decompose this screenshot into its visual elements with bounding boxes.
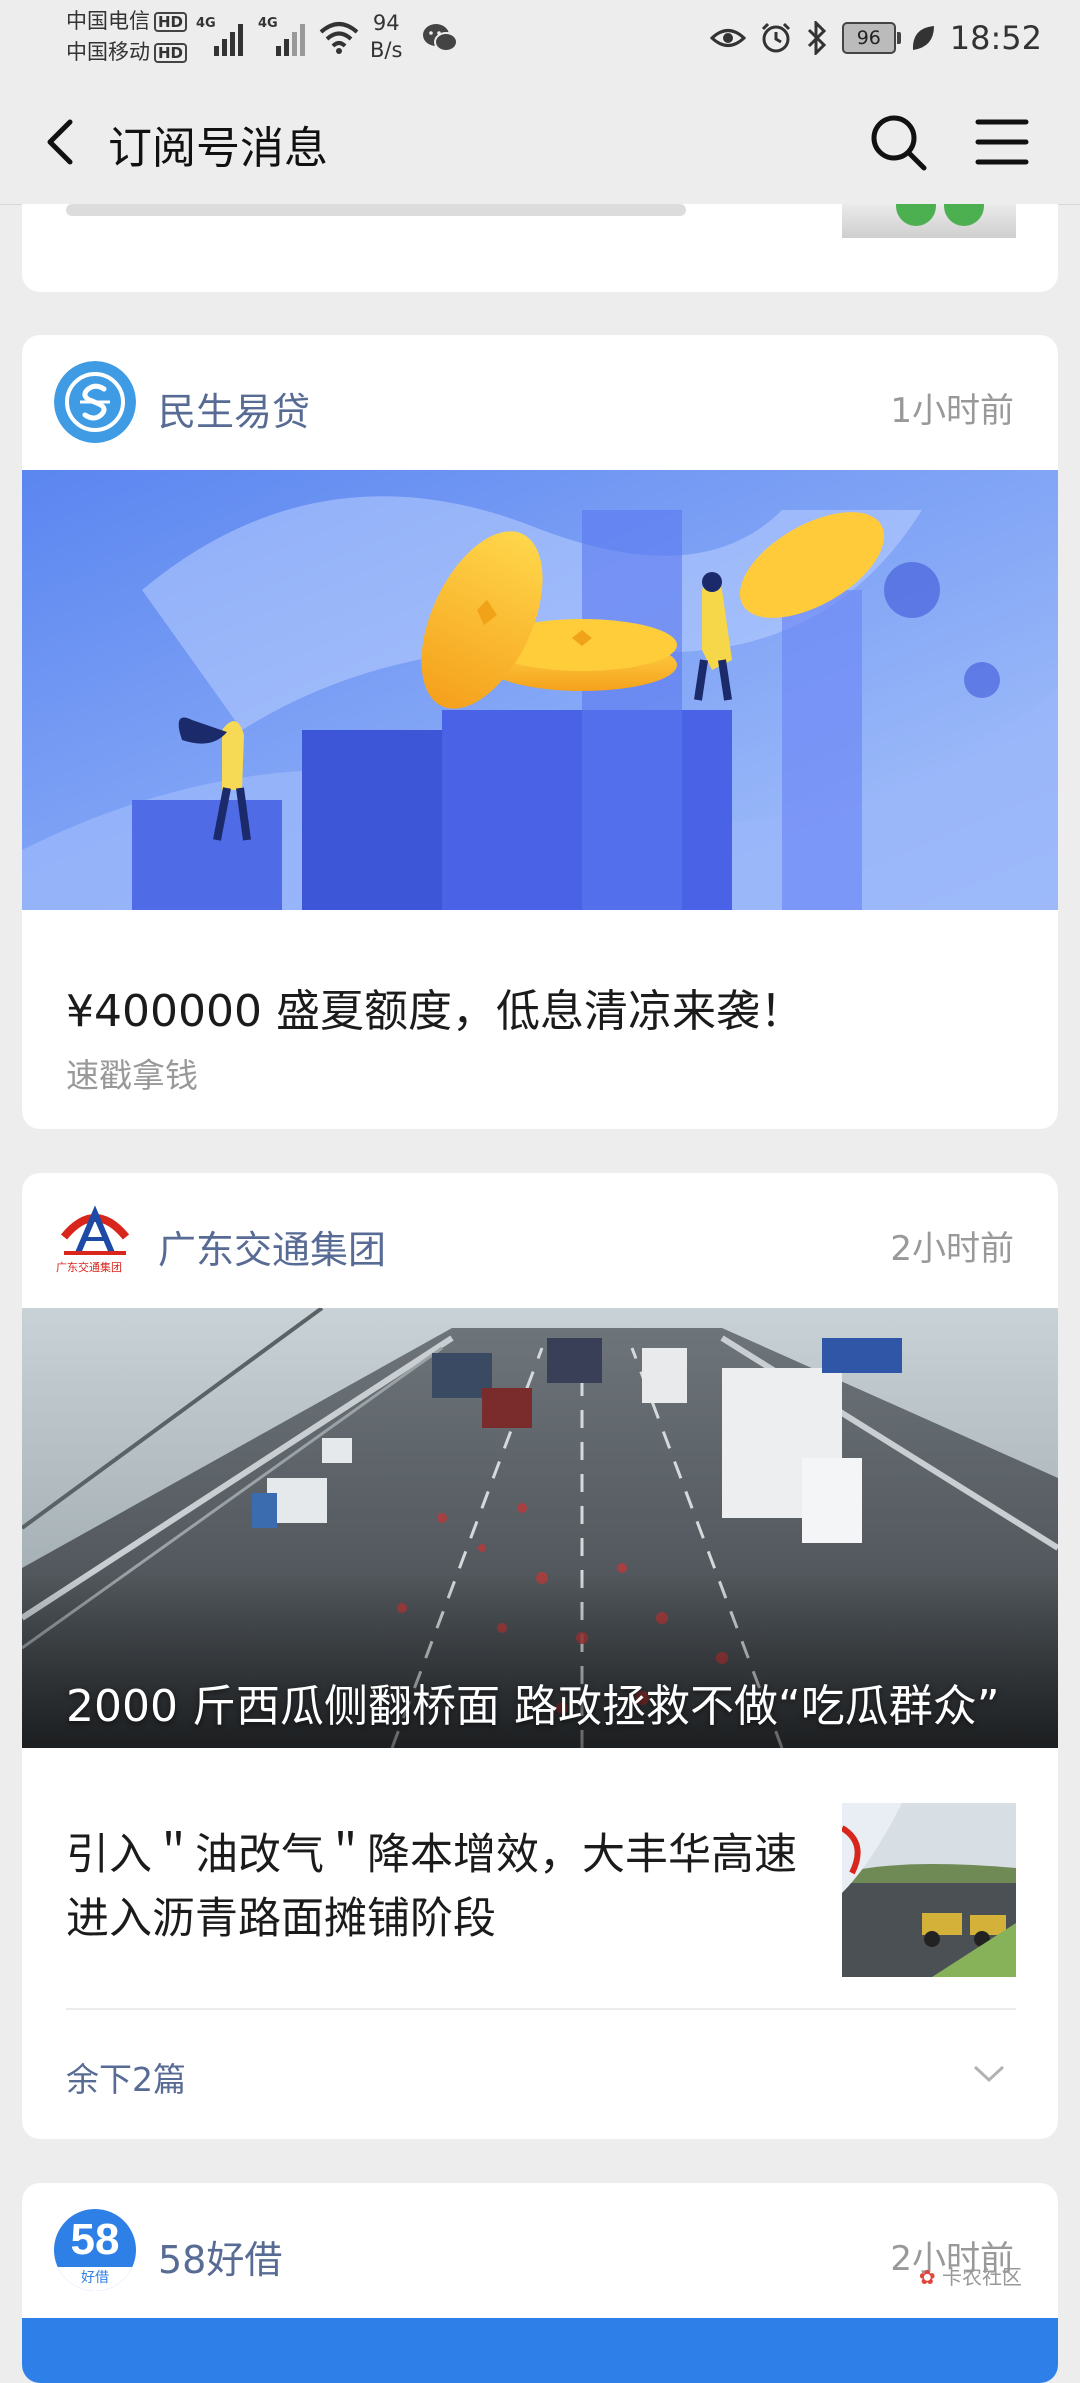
search-icon[interactable] [864, 108, 932, 176]
divider [66, 2008, 1016, 2010]
publish-time: 2小时前 [890, 1229, 1014, 1269]
wifi-icon [319, 22, 359, 54]
card-header: 58 好借 58好借 2小时前 [22, 2183, 1058, 2318]
network-speed: 94 B/s [370, 11, 403, 62]
status-bar: 中国电信 HD 中国移动 HD 4G 4G 94 B/s 96 18:52 [0, 0, 1080, 80]
hd-badge-2: HD [154, 43, 188, 63]
article-thumbnail[interactable] [842, 1803, 1016, 1977]
carrier-1: 中国电信 [66, 9, 150, 33]
article-card-minsheng[interactable]: 民生易贷 1小时前 ¥400000 盛夏额度，低息清凉来袭！ 速戳拿钱 [22, 335, 1058, 1129]
article-card-guangdong[interactable]: 广东交通集团 广东交通集团 2小时前 2000 斤西瓜侧翻桥面 路政拯救不做“吃… [22, 1173, 1058, 2139]
more-articles-link[interactable]: 余下2篇 [66, 2053, 186, 2101]
wechat-icon [423, 24, 458, 52]
guangdong-logo-icon: 广东交通集团 [54, 1199, 136, 1281]
carrier-info: 中国电信 HD 中国移动 HD [66, 6, 188, 68]
hero-image[interactable]: 2000 斤西瓜侧翻桥面 路政拯救不做“吃瓜群众” [22, 1308, 1058, 1748]
cut-off-title [66, 204, 686, 216]
account-name[interactable]: 58好借 [158, 2229, 282, 2284]
hero-image-partial[interactable] [22, 2318, 1058, 2383]
chevron-down-icon[interactable] [972, 2063, 1006, 2085]
publish-time: 1小时前 [890, 391, 1014, 431]
clock: 18:52 [949, 19, 1042, 57]
hero-image[interactable] [22, 470, 1058, 910]
article-card-58[interactable]: 58 好借 58好借 2小时前 [22, 2183, 1058, 2383]
hd-badge-1: HD [154, 12, 188, 32]
watermark: ✿ 卡农社区 [918, 2265, 1022, 2289]
hero-overlay-title: 2000 斤西瓜侧翻桥面 路政拯救不做“吃瓜群众” [66, 1681, 1000, 1732]
alarm-icon [761, 22, 790, 53]
menu-icon[interactable] [968, 108, 1036, 176]
page-title: 订阅号消息 [108, 123, 328, 174]
status-right: 96 18:52 [709, 14, 1042, 62]
article-title[interactable]: 引入＂油改气＂降本增效，大丰华高速进入沥青路面摊铺阶段 [66, 1823, 836, 1951]
battery-indicator: 96 [841, 22, 901, 54]
article-card-previous[interactable] [22, 204, 1058, 292]
58-logo-icon: 58 好借 [54, 2209, 136, 2291]
leaf-icon [912, 26, 934, 50]
bluetooth-icon [807, 21, 826, 55]
article-subtitle: 速戳拿钱 [66, 1056, 198, 1095]
cut-off-thumbnail [842, 204, 1016, 238]
card-header: 广东交通集团 广东交通集团 2小时前 [22, 1173, 1058, 1308]
account-name[interactable]: 广东交通集团 [158, 1219, 386, 1274]
card-header: 民生易贷 1小时前 [22, 335, 1058, 470]
account-name[interactable]: 民生易贷 [158, 381, 310, 436]
back-arrow-icon[interactable] [32, 110, 96, 174]
nav-bar: 订阅号消息 [0, 80, 1080, 205]
article-title[interactable]: ¥400000 盛夏额度，低息清凉来袭！ [66, 975, 804, 1039]
minsheng-logo-icon [54, 361, 136, 443]
carrier-2: 中国移动 [66, 40, 150, 64]
eye-comfort-icon [709, 29, 746, 47]
